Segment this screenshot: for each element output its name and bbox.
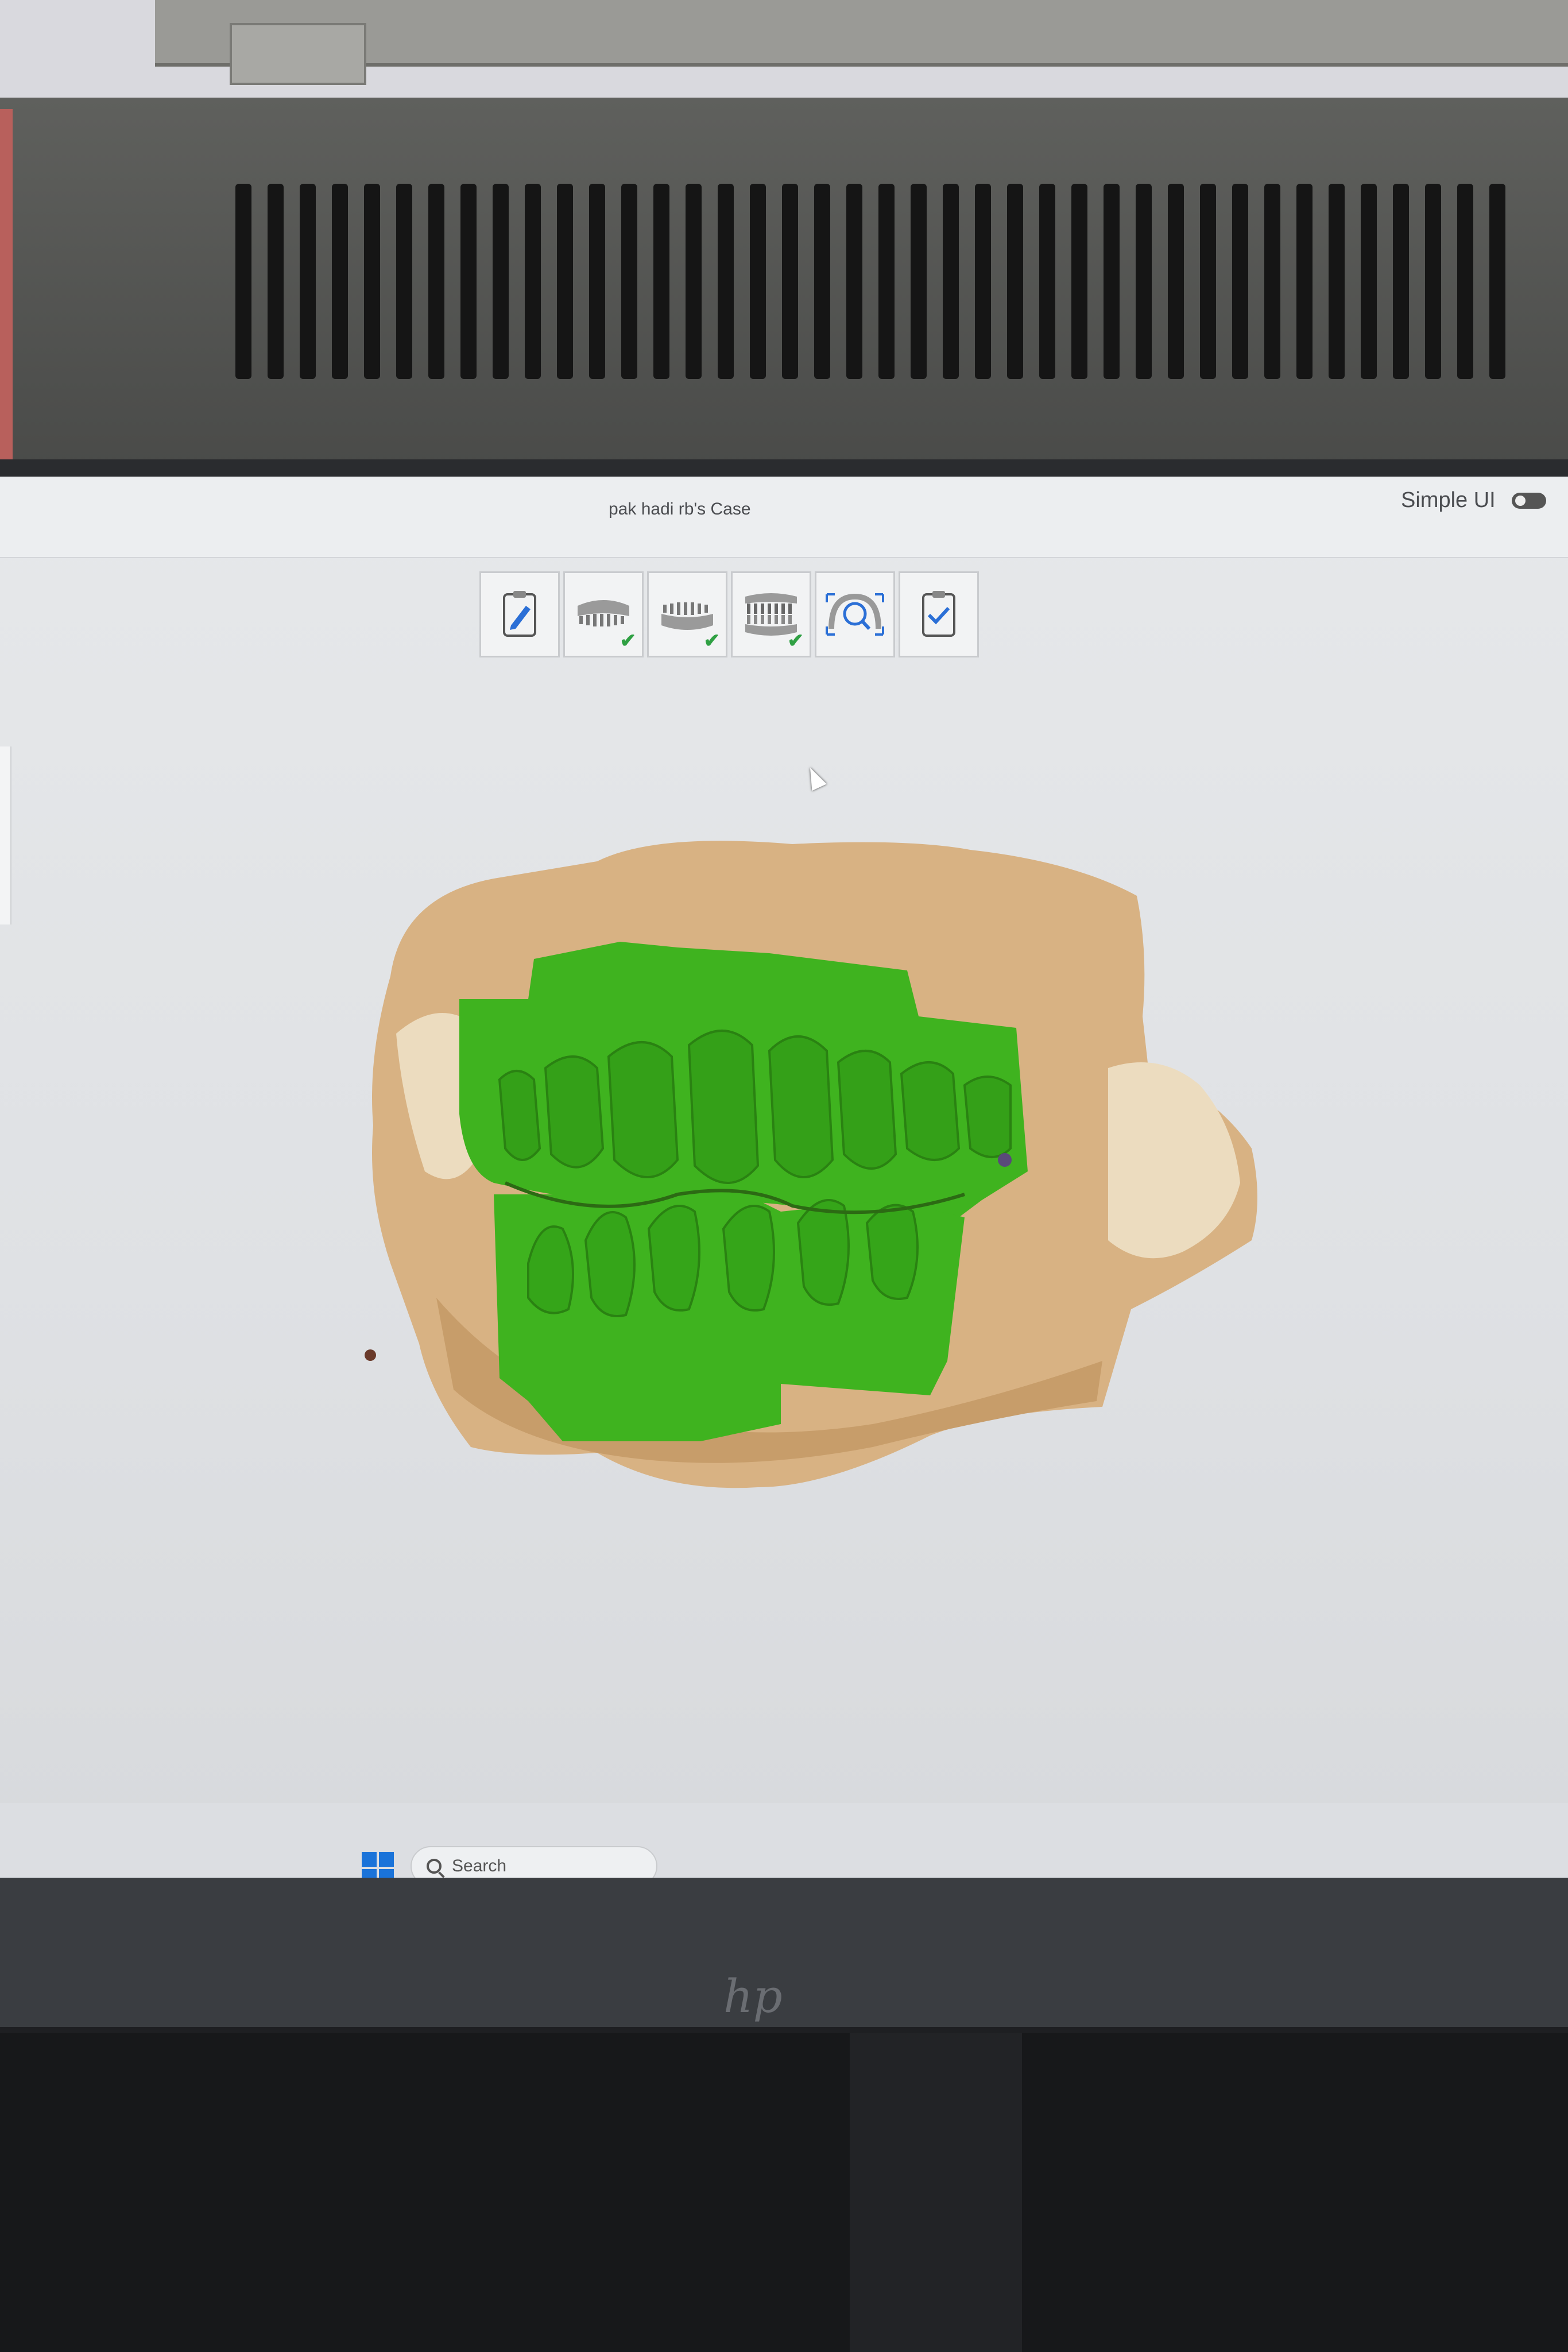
vent-slot — [1393, 184, 1409, 379]
tooth — [584, 1211, 636, 1317]
vent-slot — [396, 184, 412, 379]
tooth — [963, 1076, 1012, 1158]
taskbar — [0, 1803, 1568, 1878]
tooth — [768, 1035, 834, 1178]
tooth — [544, 1055, 605, 1169]
app-screen: pak hadi rb's Case Simple UI ✔ ✔ ✔ — [0, 477, 1568, 1820]
vent-slot — [1104, 184, 1120, 379]
clipboard-check-icon — [922, 591, 955, 637]
step-upper-jaw-scan[interactable]: ✔ — [563, 571, 644, 657]
clipboard-edit-icon — [503, 591, 536, 637]
vent-slot — [1489, 184, 1505, 379]
vent-slot — [1264, 184, 1280, 379]
vent-slot — [332, 184, 348, 379]
equipment-case — [0, 98, 1568, 465]
vent-slot — [1071, 184, 1087, 379]
mouse-cursor — [803, 764, 827, 791]
vent-slot — [460, 184, 477, 379]
vent-slot — [878, 184, 895, 379]
desk-surface — [0, 2033, 1568, 2352]
vent-slot — [782, 184, 798, 379]
vent-slot — [1329, 184, 1345, 379]
vent-slot — [911, 184, 927, 379]
vent-slot — [235, 184, 251, 379]
step-order-form[interactable] — [479, 571, 560, 657]
step-bite-scan[interactable]: ✔ — [731, 571, 811, 657]
step-finish[interactable] — [899, 571, 979, 657]
tooth — [722, 1205, 775, 1312]
shelf-bracket-tab — [230, 23, 366, 85]
tooth — [796, 1199, 850, 1306]
vent-slot — [300, 184, 316, 379]
shelf-bracket — [155, 0, 1568, 67]
tooth — [647, 1205, 700, 1312]
simple-ui-control[interactable]: Simple UI — [1401, 488, 1546, 513]
vent-slot — [846, 184, 862, 379]
vent-slot — [557, 184, 573, 379]
vent-slot — [364, 184, 380, 379]
workflow-toolbar: ✔ ✔ ✔ — [479, 571, 979, 657]
vent-grille — [235, 184, 1550, 379]
search-placeholder: Search — [452, 1856, 507, 1875]
tooth — [865, 1204, 919, 1300]
vent-slot — [1136, 184, 1152, 379]
monitor-bottom-bezel — [0, 1878, 1568, 2027]
monitor-stand — [850, 2033, 1022, 2352]
vent-slot — [268, 184, 284, 379]
vent-slot — [1457, 184, 1473, 379]
tooth — [498, 1070, 541, 1161]
tooth — [607, 1041, 679, 1178]
completed-check-icon: ✔ — [787, 630, 804, 652]
vent-slot — [493, 184, 509, 379]
vent-slot — [686, 184, 702, 379]
step-lower-jaw-scan[interactable]: ✔ — [647, 571, 727, 657]
vent-slot — [718, 184, 734, 379]
vent-slot — [814, 184, 830, 379]
vent-slot — [1039, 184, 1055, 379]
window-title: pak hadi rb's Case — [609, 500, 751, 519]
vent-slot — [750, 184, 766, 379]
vent-slot — [428, 184, 444, 379]
vent-slot — [1232, 184, 1248, 379]
vent-slot — [1361, 184, 1377, 379]
tooth — [900, 1061, 961, 1161]
search-icon — [427, 1859, 442, 1874]
vent-slot — [1425, 184, 1441, 379]
completed-check-icon: ✔ — [620, 630, 637, 652]
title-bar: pak hadi rb's Case Simple UI — [0, 477, 1568, 558]
vent-slot — [975, 184, 991, 379]
vent-slot — [589, 184, 605, 379]
scan-marker — [365, 1349, 376, 1361]
collapsed-side-panel[interactable] — [0, 746, 11, 924]
scan-marker — [998, 1153, 1012, 1167]
completed-check-icon: ✔ — [703, 630, 721, 652]
vent-slot — [621, 184, 637, 379]
hp-logo: hp — [723, 1970, 783, 2023]
vent-slot — [1168, 184, 1184, 379]
simple-ui-toggle[interactable] — [1511, 492, 1546, 509]
vent-slot — [943, 184, 959, 379]
tooth — [837, 1050, 897, 1170]
vent-slot — [653, 184, 669, 379]
vent-slot — [1296, 184, 1313, 379]
vent-slot — [1200, 184, 1216, 379]
vent-slot — [525, 184, 541, 379]
tooth — [687, 1030, 760, 1184]
red-object-edge — [0, 109, 13, 471]
simple-ui-label: Simple UI — [1401, 488, 1496, 512]
vent-slot — [1007, 184, 1023, 379]
3d-dental-scan-model[interactable] — [356, 827, 1269, 1504]
step-scan-inspection[interactable] — [815, 571, 895, 657]
scan-inspect-icon — [826, 593, 884, 636]
